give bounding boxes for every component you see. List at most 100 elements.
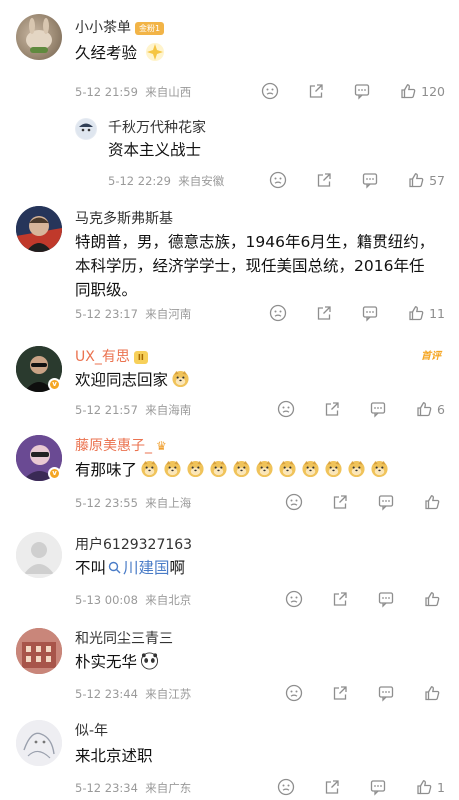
emoji-reaction-button[interactable] [285,684,303,702]
like-button[interactable]: 120 [399,82,445,100]
commenter-name[interactable]: 似-年 [75,720,108,740]
commenter-name[interactable]: 马克多斯弗斯基 [75,208,173,228]
emoji-reaction-button[interactable] [277,778,295,796]
comment-time: 5-12 22:29 [108,174,171,188]
emoji-reaction-button[interactable] [285,493,303,511]
comment-location: 来自上海 [145,496,192,510]
level-badge: II [133,350,148,364]
comment-time: 5-13 00:08 [75,593,138,607]
share-button[interactable] [331,493,349,511]
emoji-reaction-button[interactable] [277,400,295,418]
comment-icon [378,686,394,701]
like-button[interactable]: 1 [415,778,445,796]
comment-location: 来自安徽 [178,174,225,188]
comment-time: 5-12 23:44 [75,687,138,701]
avatar[interactable] [16,532,62,578]
comment-item: 马克多斯弗斯基 特朗普，男，德意志族，1946年6月生，籍贯纽约， 本科学历，经… [0,198,459,328]
emoji-reaction-button[interactable] [261,82,279,100]
emoji-face-icon [285,493,303,511]
comment-location: 来自江苏 [145,687,192,701]
share-button[interactable] [307,82,325,100]
emoji-face-icon [269,304,287,322]
doge-emoji-icon [279,460,296,478]
comment-text-line: 本科学历，经济学学士，现任美国总统，2016年任 [75,257,425,275]
share-icon [333,495,347,509]
reply-button[interactable] [377,493,395,511]
commenter-name[interactable]: 小小茶单 金粉1 [75,17,165,37]
share-icon [317,173,331,187]
share-button[interactable] [331,590,349,608]
like-count: 1 [437,779,445,795]
reply-button[interactable] [377,684,395,702]
doge-emoji-icon [348,460,365,478]
commenter-name[interactable]: UX_有思 II [75,346,148,366]
comment-time: 5-12 23:17 [75,307,138,321]
share-button[interactable] [331,684,349,702]
avatar[interactable] [75,118,97,140]
share-button[interactable] [323,778,341,796]
crown-icon: ♛ [156,439,167,453]
avatar[interactable] [16,14,62,60]
like-button[interactable]: 6 [415,400,445,418]
comment-meta: 5-12 21:59 来自山西 [75,84,191,100]
doge-emoji-icon [325,460,342,478]
like-count: 120 [421,83,445,99]
first-comment-tag: 首评 [421,351,441,362]
comment-content: 不叫 川建国啊 [75,556,185,580]
like-button[interactable] [423,493,445,511]
comment-actions: 1 [277,777,445,797]
thumbs-up-icon [425,686,440,701]
emoji-reaction-button[interactable] [285,590,303,608]
comment-actions [285,492,445,512]
comment-time: 5-12 23:34 [75,781,138,795]
comment-item: 用户6129327163 不叫 川建国啊 5-13 00:08 来自北京 [0,520,459,620]
share-button[interactable] [315,171,333,189]
comment-text: 欢迎同志回家 [75,371,169,389]
rabbit-avatar-icon [26,18,52,53]
commenter-name[interactable]: 和光同尘三青三 [75,628,173,648]
reply-button[interactable] [361,304,379,322]
search-topic-link[interactable]: 川建国 [106,559,170,577]
emoji-face-icon [285,590,303,608]
avatar[interactable] [16,720,62,766]
share-icon [333,592,347,606]
comment-meta: 5-12 22:29 来自安徽 [108,173,224,189]
comment-content: 欢迎同志回家 [75,368,194,392]
commenter-name[interactable]: 千秋万代种花家 [108,117,206,137]
like-count: 6 [437,401,445,417]
emoji-reaction-button[interactable] [269,304,287,322]
comment-actions: 120 [261,81,445,101]
avatar[interactable] [16,206,62,252]
thumbs-up-icon [425,592,440,607]
emoji-reaction-button[interactable] [269,171,287,189]
thumbs-up-icon [409,173,424,188]
comment-icon [370,402,386,417]
like-button[interactable]: 11 [407,304,445,322]
reply-button[interactable] [353,82,371,100]
commenter-name-text: UX_有思 [75,349,130,365]
comment-meta: 5-12 21:57 来自海南 [75,402,191,418]
comment-actions [285,589,445,609]
reply-button[interactable] [361,171,379,189]
thumbs-up-icon [409,306,424,321]
commenter-name[interactable]: 藤原美惠子_ ♛ [75,435,167,455]
commenter-name[interactable]: 用户6129327163 [75,534,192,554]
comment-content: 资本主义战士 [108,141,202,159]
reply-button[interactable] [377,590,395,608]
commenter-name-text: 小小茶单 [75,20,131,36]
comment-content: 久经考验 [75,40,168,65]
share-button[interactable] [315,304,333,322]
emoji-face-icon [269,171,287,189]
like-button[interactable]: 57 [407,171,445,189]
verified-badge-icon: v [48,378,61,391]
comment-meta: 5-12 23:55 来自上海 [75,495,191,511]
like-button[interactable] [423,684,445,702]
comment-item: 和光同尘三青三 朴实无华 5-12 23:44 来自江苏 [0,620,459,712]
share-icon [325,780,339,794]
reply-button[interactable] [369,400,387,418]
share-button[interactable] [323,400,341,418]
reply-button[interactable] [369,778,387,796]
avatar[interactable] [16,628,62,674]
doge-emoji-icon [210,460,227,478]
like-button[interactable] [423,590,445,608]
